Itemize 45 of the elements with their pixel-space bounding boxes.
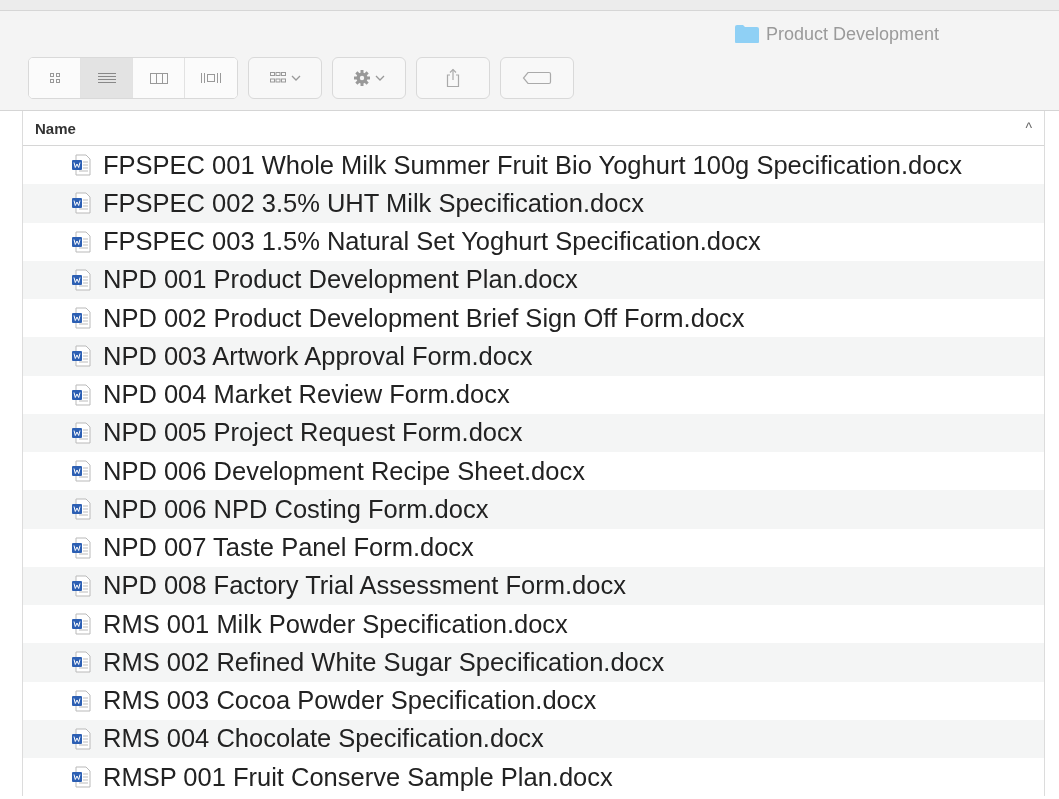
file-name[interactable]: NPD 006 Development Recipe Sheet.docx [103,456,585,486]
share-icon [445,68,461,88]
document-icon [71,383,91,406]
document-icon [71,498,91,521]
document-icon [71,727,91,750]
document-icon [71,345,91,368]
document-icon [71,689,91,712]
arrange-button[interactable] [248,57,322,99]
window-title: Product Development [765,23,939,45]
cover-flow-icon [199,71,223,85]
tag-icon [522,71,552,85]
share-button[interactable] [416,57,490,99]
document-icon [71,421,91,444]
file-name[interactable]: NPD 004 Market Review Form.docx [103,380,510,410]
document-icon [71,268,91,291]
chevron-down-icon [375,74,385,82]
document-icon [71,154,91,177]
document-icon [71,766,91,789]
action-button[interactable] [332,57,406,99]
file-name[interactable]: FPSPEC 001 Whole Milk Summer Fruit Bio Yoghurt 100g Specification.docx [103,150,962,180]
gear-icon [353,69,371,87]
list-view-button[interactable] [81,58,133,98]
folder-icon [733,24,760,44]
document-icon [71,192,91,215]
sort-caret: ^ [1025,120,1032,136]
file-name[interactable]: NPD 002 Product Development Brief Sign Off Form.docx [103,303,745,333]
file-name[interactable]: NPD 007 Taste Panel Form.docx [103,533,474,563]
file-name[interactable]: RMS 001 Milk Powder Specification.docx [103,609,568,639]
document-icon [71,651,91,674]
tags-button[interactable] [500,57,574,99]
icons-view-button[interactable] [29,58,81,98]
chevron-down-icon [291,74,301,82]
file-name[interactable]: RMS 003 Cocoa Powder Specification.docx [103,686,597,716]
column-title: Name [35,119,76,137]
document-icon [71,307,91,330]
file-name[interactable]: FPSPEC 003 1.5% Natural Set Yoghurt Specification.docx [103,227,761,257]
list-lines-icon [95,71,118,85]
columns-icon [147,71,170,85]
grid-icon [269,71,287,85]
document-icon [71,460,91,483]
document-icon [71,574,91,597]
file-name[interactable]: RMSP 001 Fruit Conserve Sample Plan.docx [103,762,613,792]
document-icon [71,613,91,636]
document-icon [71,230,91,253]
document-icon [71,536,91,559]
